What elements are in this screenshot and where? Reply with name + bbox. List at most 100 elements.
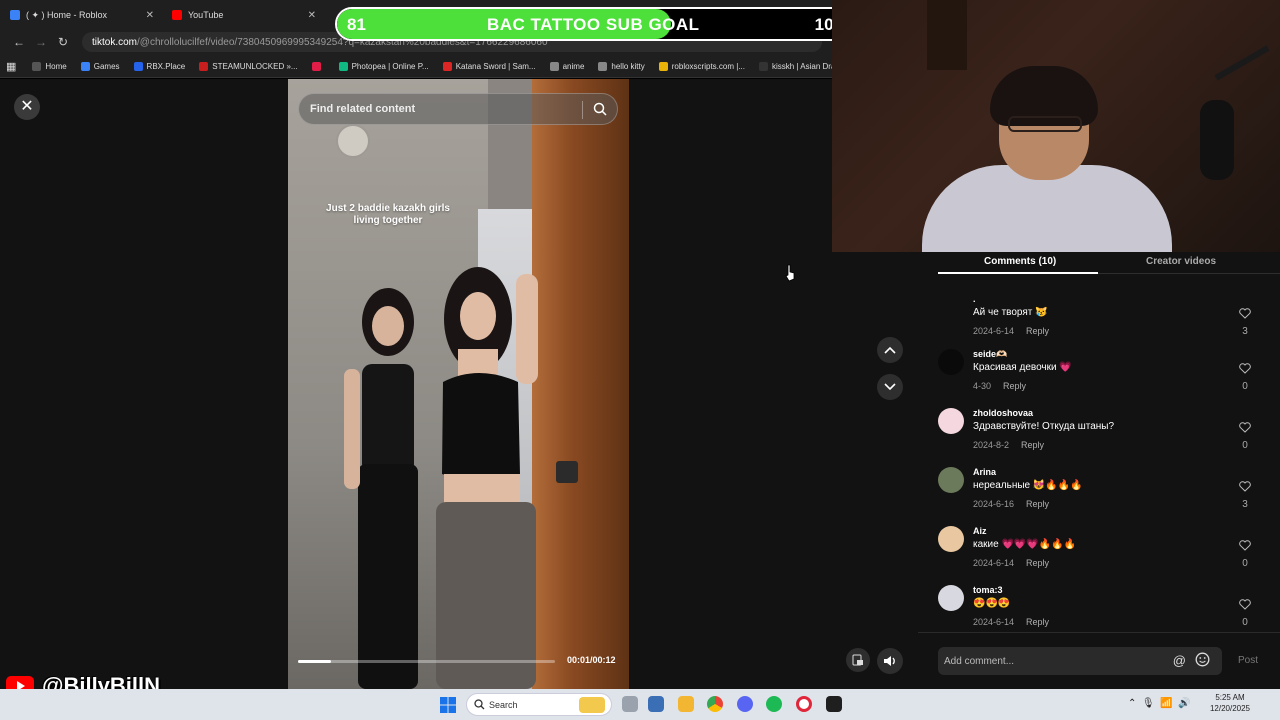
tab-creator-videos[interactable]: Creator videos xyxy=(1146,256,1216,267)
heart-icon xyxy=(1239,422,1251,433)
file-explorer-icon[interactable] xyxy=(678,696,694,712)
comment-item: zholdoshovaa Здравствуйте! Откуда штаны?… xyxy=(938,408,1260,466)
reload-icon[interactable]: ↻ xyxy=(52,35,74,49)
webcam-feed xyxy=(832,0,1280,252)
tab-active-underline xyxy=(938,272,1098,274)
emoji-icon[interactable] xyxy=(1195,652,1210,670)
sub-goal-title: BAC TATTOO SUB GOAL xyxy=(487,15,700,34)
next-video-button[interactable] xyxy=(877,374,903,400)
like-button[interactable]: 0 xyxy=(1238,538,1252,569)
comment-meta: 2024-8-2 Reply xyxy=(973,440,1044,450)
volume-button[interactable] xyxy=(877,648,903,674)
hand-cursor-icon xyxy=(785,264,795,282)
bookmark-games[interactable]: Games xyxy=(80,62,120,71)
comment-input[interactable]: Add comment... @ xyxy=(938,647,1222,675)
spotify-icon[interactable] xyxy=(766,696,782,712)
like-button[interactable]: 0 xyxy=(1238,420,1252,451)
chevron-up-icon xyxy=(884,346,896,354)
app-icon[interactable] xyxy=(826,696,842,712)
video-person-right xyxy=(436,267,538,689)
like-button[interactable]: 3 xyxy=(1238,479,1252,510)
reply-link[interactable]: Reply xyxy=(1026,558,1049,568)
like-count: 0 xyxy=(1242,558,1248,569)
bookmark-robloxscripts[interactable]: robloxscripts.com |... xyxy=(658,62,745,71)
close-video-button[interactable]: ✕ xyxy=(14,94,40,120)
reply-link[interactable]: Reply xyxy=(1021,440,1044,450)
bookmark-home[interactable]: Home xyxy=(32,62,67,71)
like-button[interactable]: 0 xyxy=(1238,361,1252,392)
comment-author[interactable]: . xyxy=(973,294,976,304)
picture-in-picture-button[interactable] xyxy=(846,648,870,672)
clock-time: 5:25 AM xyxy=(1215,693,1245,702)
heart-icon xyxy=(1239,599,1251,610)
avatar[interactable] xyxy=(938,349,964,375)
video-time: 00:01/00:12 xyxy=(567,655,616,665)
comment-date: 2024-6-14 xyxy=(973,326,1015,336)
like-count: 3 xyxy=(1242,326,1248,337)
bookmark-photopea[interactable]: Photopea | Online P... xyxy=(338,62,429,71)
tab-youtube[interactable]: YouTube ✕ xyxy=(162,2,324,28)
tab-label: YouTube xyxy=(188,10,224,20)
webcam-microphone xyxy=(1200,100,1234,180)
reply-link[interactable]: Reply xyxy=(1026,326,1049,336)
opera-icon[interactable] xyxy=(796,696,812,712)
heart-icon xyxy=(1239,481,1251,492)
back-icon[interactable]: ← xyxy=(8,35,30,49)
bookmark-steamunlocked[interactable]: STEAMUNLOCKED »... xyxy=(199,62,298,71)
close-tab-icon[interactable]: ✕ xyxy=(308,10,316,21)
search-divider xyxy=(582,101,583,119)
webcam-poster xyxy=(927,0,967,70)
discord-icon[interactable] xyxy=(737,696,753,712)
comment-input-placeholder: Add comment... xyxy=(944,655,1015,667)
comment-author[interactable]: Arina xyxy=(973,467,996,477)
taskbar-search[interactable]: Search xyxy=(466,693,612,716)
windows-start-icon[interactable] xyxy=(440,697,456,718)
previous-video-button[interactable] xyxy=(877,337,903,363)
like-button[interactable]: 3 xyxy=(1238,306,1252,337)
comment-meta: 2024-6-16 Reply xyxy=(973,499,1049,509)
avatar[interactable] xyxy=(938,408,964,434)
like-button[interactable]: 0 xyxy=(1238,597,1252,628)
comment-author[interactable]: toma:3 xyxy=(973,585,1003,595)
apps-grid-icon[interactable]: ▦ xyxy=(6,60,16,73)
tab-roblox[interactable]: ( ✦ ) Home - Roblox ✕ xyxy=(0,2,162,28)
bookmarks-bar: ▦ Home Games RBX.Place STEAMUNLOCKED »..… xyxy=(0,56,849,78)
video-progress-bar[interactable] xyxy=(298,660,555,663)
chrome-icon[interactable] xyxy=(707,696,723,712)
post-button[interactable]: Post xyxy=(1238,655,1258,666)
video-person-left xyxy=(344,288,418,689)
roblox-tab-icon xyxy=(10,10,20,20)
search-icon[interactable] xyxy=(593,102,607,119)
mention-icon[interactable]: @ xyxy=(1173,653,1186,668)
reply-link[interactable]: Reply xyxy=(1026,499,1049,509)
close-tab-icon[interactable]: ✕ xyxy=(146,10,154,21)
taskbar-clock[interactable]: 5:25 AM 12/20/2025 xyxy=(1208,692,1252,714)
bookmark-red[interactable] xyxy=(311,62,325,71)
comment-author[interactable]: zholdoshovaa xyxy=(973,408,1033,418)
comment-text: Красивая девочки 💗 xyxy=(973,362,1072,373)
avatar[interactable] xyxy=(938,585,964,611)
comment-author[interactable]: seide🫶🏻 xyxy=(973,349,1007,360)
bookmark-rbxplace[interactable]: RBX.Place xyxy=(133,62,185,71)
comment-date: 2024-8-2 xyxy=(973,440,1010,450)
reply-link[interactable]: Reply xyxy=(1003,381,1026,391)
comment-author[interactable]: Aiz xyxy=(973,526,987,536)
bookmark-folder-hello-kitty[interactable]: hello kitty xyxy=(598,62,645,71)
task-view-icon[interactable] xyxy=(622,696,638,712)
video-player[interactable]: Just 2 baddie kazakh girls living togeth… xyxy=(288,79,629,689)
comment-date: 2024-6-14 xyxy=(973,558,1015,568)
caption-line-1: Just 2 baddie kazakh girls xyxy=(326,203,450,214)
widgets-icon[interactable] xyxy=(648,696,664,712)
forward-icon[interactable]: → xyxy=(30,35,52,49)
comment-item: Aiz какие 💗💗💗🔥🔥🔥 2024-6-14 Reply 0 xyxy=(938,526,1260,584)
avatar[interactable] xyxy=(938,467,964,493)
comment-meta: 2024-6-14 Reply xyxy=(973,558,1049,568)
bookmark-folder-anime[interactable]: anime xyxy=(549,62,584,71)
bookmark-katana[interactable]: Katana Sword | Sam... xyxy=(442,62,536,71)
avatar[interactable] xyxy=(938,294,964,320)
reply-link[interactable]: Reply xyxy=(1026,617,1049,627)
tab-comments[interactable]: Comments (10) xyxy=(984,256,1056,267)
avatar[interactable] xyxy=(938,526,964,552)
system-tray[interactable]: ⌃ 🎙 📶 🔊 xyxy=(1128,698,1191,709)
related-search-input[interactable]: Find related content xyxy=(298,93,618,125)
